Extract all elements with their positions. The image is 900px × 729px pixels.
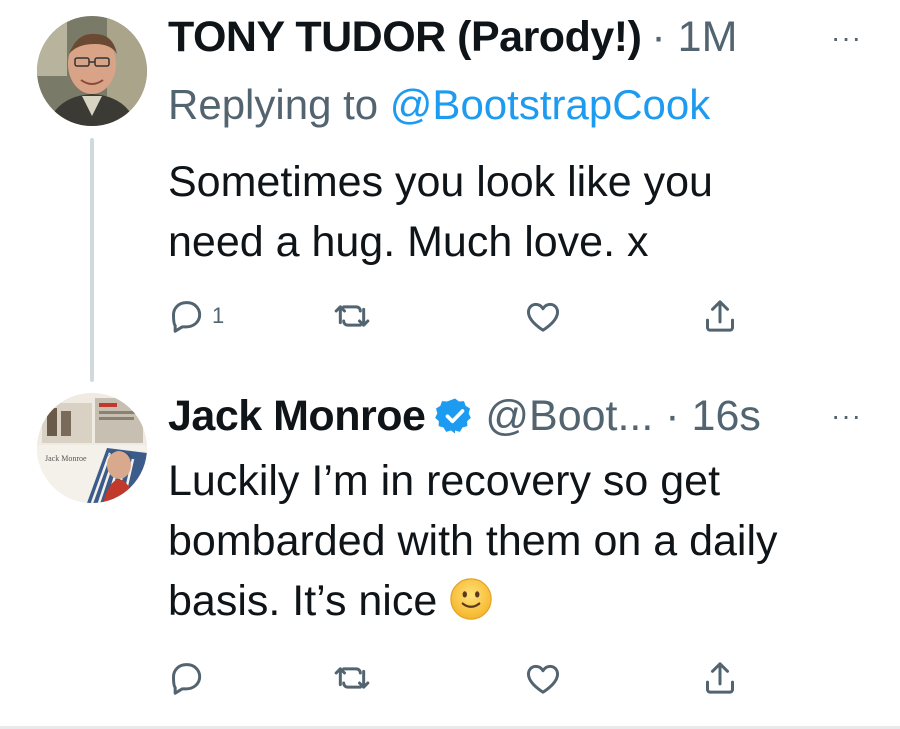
slightly-smiling-face-icon (450, 578, 492, 620)
reply-icon (172, 301, 202, 333)
like-button[interactable] (523, 296, 563, 336)
tweet-header: TONY TUDOR (Parody!) · 1M (168, 12, 737, 62)
more-options-icon[interactable]: ··· (831, 400, 862, 432)
share-icon (706, 662, 734, 694)
more-options-icon[interactable]: ··· (831, 22, 862, 54)
like-button[interactable] (523, 658, 563, 698)
share-button[interactable] (700, 296, 740, 336)
like-icon (526, 302, 560, 332)
thread-connector-line (90, 138, 94, 382)
like-icon (526, 664, 560, 694)
tweet-header: Jack Monroe @Boot... · 16s (168, 391, 761, 441)
replying-to-handle[interactable]: @BootstrapCook (390, 81, 710, 128)
handle-and-timestamp[interactable]: @Boot... · 16s (485, 391, 761, 441)
tweet-actions: 1 (160, 296, 760, 336)
newspaper-collage-photo: Jack Monroe (37, 393, 147, 503)
author-name[interactable]: TONY TUDOR (Parody!) (168, 12, 642, 62)
avatar[interactable]: Jack Monroe (37, 393, 147, 503)
share-icon (706, 300, 734, 332)
replying-to-label: Replying to (168, 81, 390, 128)
reply-icon (172, 663, 202, 695)
verified-badge-icon (435, 398, 472, 434)
man-portrait-photo (37, 16, 147, 126)
tweet-text: Sometimes you look like you need a hug. … (168, 158, 713, 266)
tweet-actions (160, 658, 760, 698)
share-button[interactable] (700, 658, 740, 698)
author-name[interactable]: Jack Monroe (168, 391, 426, 441)
reply-button[interactable] (166, 658, 206, 698)
avatar[interactable] (37, 16, 147, 126)
retweet-button[interactable] (332, 296, 372, 336)
retweet-icon (334, 667, 370, 689)
avatar-caption: Jack Monroe (45, 454, 87, 463)
reply-count: 1 (212, 303, 225, 328)
retweet-icon (334, 305, 370, 327)
reply-button[interactable]: 1 (166, 296, 224, 336)
retweet-button[interactable] (332, 658, 372, 698)
tweet-timestamp[interactable]: · 1M (651, 12, 737, 62)
replying-to-line: Replying to @BootstrapCook (168, 80, 710, 130)
tweet-text: Luckily I’m in recovery so get bombarded… (168, 451, 868, 631)
